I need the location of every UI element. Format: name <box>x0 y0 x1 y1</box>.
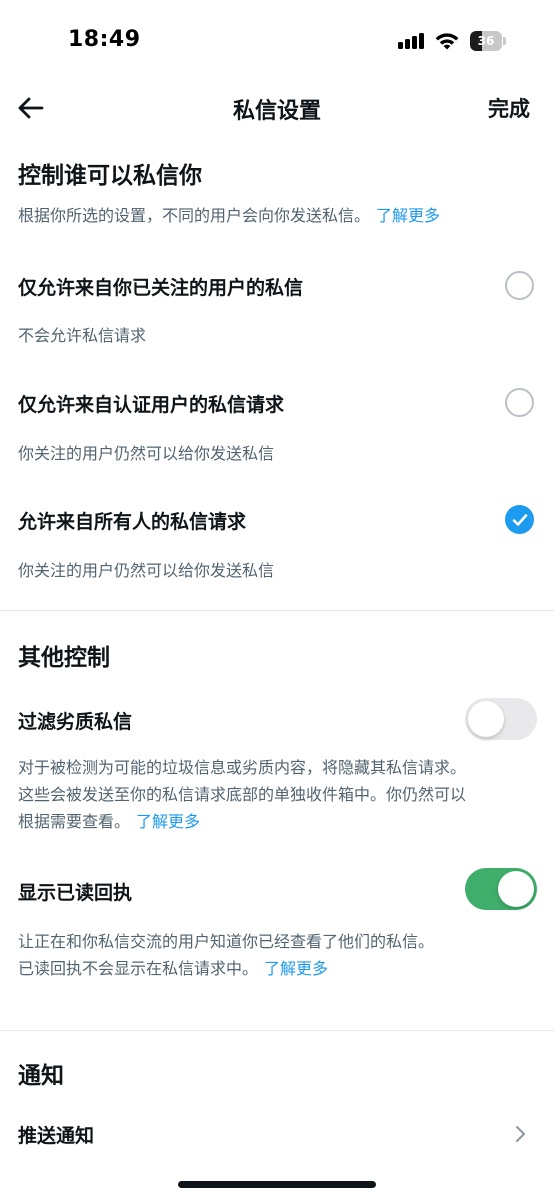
control-desc-text: 根据你所选的设置，不同的用户会向你发送私信。 <box>18 206 371 225</box>
radio-verified[interactable] <box>505 388 534 417</box>
option-label-everyone: 允许来自所有人的私信请求 <box>18 511 247 533</box>
battery-level: 36 <box>477 34 495 48</box>
read-receipts-learn-more-link[interactable]: 了解更多 <box>264 959 328 978</box>
filter-desc-line-2: 这些会被发送至你的私信请求底部的单独收件箱中。你仍然可以 <box>18 785 467 804</box>
dm-settings-page: 18:49 36 私信设置 完成 控制谁可以私信你 根据你所选的设置，不同的用户… <box>0 0 554 1200</box>
done-button[interactable]: 完成 <box>488 93 530 123</box>
learn-more-link[interactable]: 了解更多 <box>376 206 440 225</box>
read-receipts-desc-text: 已读回执不会显示在私信请求中。 <box>18 959 259 978</box>
option-sub-verified: 你关注的用户仍然可以给你发送私信 <box>18 444 275 463</box>
filter-description: 对于被检测为可能的垃圾信息或劣质内容，将隐藏其私信请求。 这些会被发送至你的私信… <box>18 754 538 835</box>
status-time: 18:49 <box>68 27 141 52</box>
read-receipts-toggle[interactable] <box>465 868 537 910</box>
radio-following[interactable] <box>505 271 534 300</box>
status-bar: 18:49 36 <box>0 0 554 80</box>
wifi-icon <box>434 31 460 51</box>
section-title-notifications: 通知 <box>18 1063 64 1089</box>
option-sub-following: 不会允许私信请求 <box>18 326 147 345</box>
push-notifications-label: 推送通知 <box>18 1125 95 1147</box>
control-description: 根据你所选的设置，不同的用户会向你发送私信。 了解更多 <box>18 202 538 229</box>
filter-toggle[interactable] <box>465 698 537 740</box>
radio-everyone[interactable] <box>505 505 534 534</box>
option-label-verified: 仅允许来自认证用户的私信请求 <box>18 394 285 416</box>
option-label-following: 仅允许来自你已关注的用户的私信 <box>18 277 304 299</box>
divider <box>0 1030 554 1031</box>
filter-learn-more-link[interactable]: 了解更多 <box>136 812 200 831</box>
filter-desc-line-1: 对于被检测为可能的垃圾信息或劣质内容，将隐藏其私信请求。 <box>18 758 467 777</box>
read-receipts-desc-line-1: 让正在和你私信交流的用户知道你已经查看了他们的私信。 <box>18 932 435 951</box>
read-receipts-description: 让正在和你私信交流的用户知道你已经查看了他们的私信。 已读回执不会显示在私信请求… <box>18 928 538 982</box>
toggle-knob <box>468 701 504 737</box>
read-receipts-desc-line-2: 已读回执不会显示在私信请求中。 了解更多 <box>18 955 538 982</box>
signal-icon <box>398 33 426 49</box>
page-title: 私信设置 <box>232 99 321 124</box>
filter-desc-text: 根据需要查看。 <box>18 812 131 831</box>
nav-bar: 私信设置 完成 <box>0 80 554 136</box>
section-title-control: 控制谁可以私信你 <box>18 163 202 189</box>
read-receipts-label: 显示已读回执 <box>18 882 133 904</box>
checkmark-icon <box>512 513 527 526</box>
divider <box>0 610 554 611</box>
option-sub-everyone: 你关注的用户仍然可以给你发送私信 <box>18 561 275 580</box>
home-indicator <box>178 1181 376 1188</box>
filter-label: 过滤劣质私信 <box>18 711 133 733</box>
battery-icon: 36 <box>470 31 506 51</box>
chevron-right-icon <box>516 1126 525 1142</box>
filter-desc-line-3: 根据需要查看。 了解更多 <box>18 808 538 835</box>
toggle-knob <box>498 871 534 907</box>
section-title-other: 其他控制 <box>18 645 110 671</box>
